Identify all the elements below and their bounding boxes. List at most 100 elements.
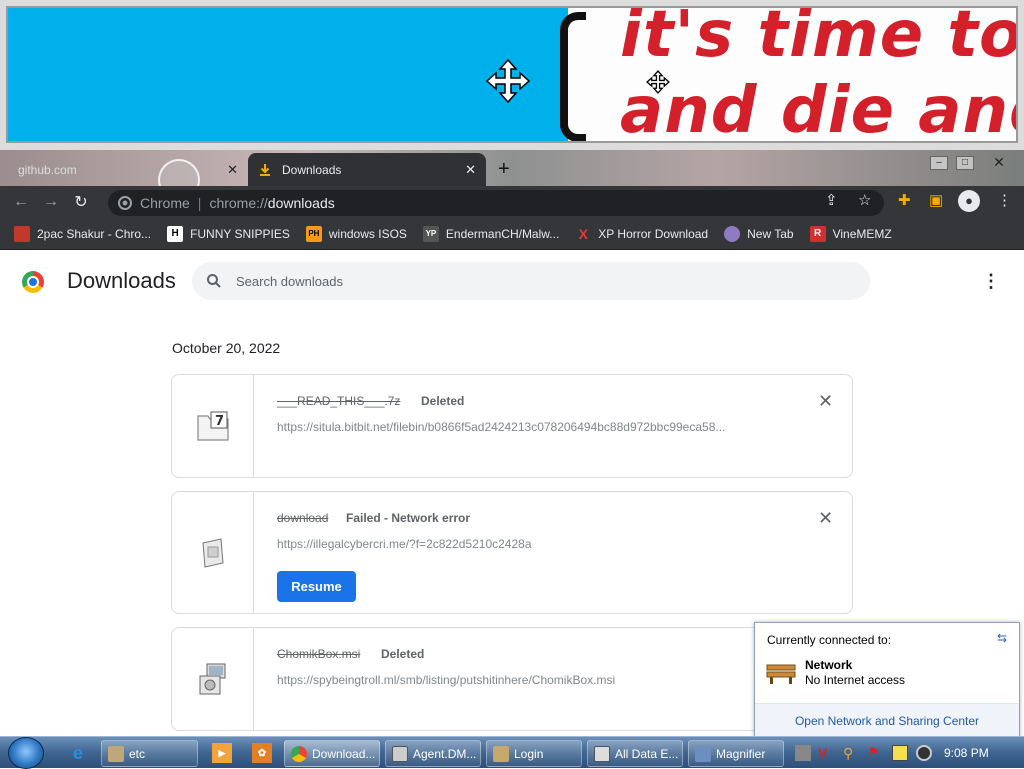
taskbar-item-all-data[interactable]: All Data E... [587,740,683,767]
bookmark-item[interactable]: PH windows ISOS [305,225,407,242]
bookmark-item[interactable]: New Tab [724,225,794,242]
taskbar-item-label: etc [129,746,146,761]
folder-icon [108,745,124,762]
bookmark-label: EndermanCH/Malw... [445,226,560,241]
chrome-logo-icon [22,271,44,293]
file-icon-column: 7 [172,375,254,477]
system-clock[interactable]: 9:08 PM [944,746,989,760]
tab-github-close-icon[interactable]: ✕ [227,162,238,178]
address-host: downloads [267,195,335,211]
move-cursor-icon [485,58,531,104]
tray-app-icon[interactable] [795,745,811,761]
download-filename[interactable]: ___READ_THIS___.7z [277,394,400,408]
bookmark-favicon-icon [14,225,30,242]
tab-github-label: github.com [18,162,77,177]
bookmark-label: XP Horror Download [598,226,709,241]
internet-explorer-icon[interactable]: e [68,743,88,763]
bookmark-label: windows ISOS [328,226,407,241]
tab-github[interactable]: github.com ✕ [8,153,248,186]
bookmark-label: New Tab [747,226,794,241]
magnifier-view: it's time to eat and die and ch [6,6,1018,143]
share-icon[interactable]: ⇪ [825,191,838,209]
bookmark-star-icon[interactable]: ☆ [858,191,871,209]
close-window-button[interactable]: ✕ [990,155,1008,170]
download-url[interactable]: https://illegalcybercri.me/?f=2c822d5210… [277,537,777,551]
taskbar-item-label: Magnifier [716,746,766,761]
bookmark-favicon-icon: YP [422,225,439,242]
start-button[interactable] [8,737,44,769]
tray-volume-icon[interactable] [916,745,932,761]
reload-icon[interactable]: ↻ [66,192,96,212]
download-item: 7 ___READ_THIS___.7z Deleted https://sit… [171,374,853,478]
chrome-menu-icon[interactable]: ⋮ [997,191,1012,209]
chrome-icon [291,745,307,762]
address-separator: | [197,195,202,211]
bookmark-item[interactable]: R VineMEMZ [809,225,892,242]
remove-download-close-icon[interactable]: ✕ [818,391,833,412]
download-url[interactable]: https://situla.bitbit.net/filebin/b0866f… [277,420,777,434]
tab-downloads-close-icon[interactable]: ✕ [465,162,476,178]
refresh-network-icon[interactable]: ⇆ [997,631,1007,645]
network-name: Network [805,658,853,672]
download-filename[interactable]: ChomikBox.msi [277,647,360,661]
magnifier-window: it's time to eat and die and ch [0,0,1024,150]
taskbar-item-login[interactable]: Login [486,740,582,767]
tab-downloads[interactable]: Downloads ✕ [248,153,486,186]
taskbar-item-label: Login [514,746,544,761]
svg-text:7: 7 [215,414,224,429]
bookmark-item[interactable]: H FUNNY SNIPPIES [167,225,290,242]
network-flyout-header: Currently connected to: [767,633,892,647]
installer-file-icon [199,663,225,695]
resume-button[interactable]: Resume [277,571,356,602]
address-chip-label: Chrome [140,195,190,211]
open-network-center-link[interactable]: Open Network and Sharing Center [755,703,1019,737]
download-url[interactable]: https://spybeingtroll.ml/smb/listing/put… [277,673,777,687]
remove-download-close-icon[interactable]: ✕ [818,508,833,529]
minimize-button[interactable]: – [930,156,948,170]
magnifier-icon [695,745,711,762]
maximize-button[interactable]: □ [956,156,974,170]
file-icon-column [172,492,254,613]
taskbar-item-label: Agent.DM... [413,746,477,761]
media-player-icon[interactable]: ▶ [212,743,232,763]
app-launcher-icon[interactable]: ✿ [252,743,272,763]
more-options-icon[interactable]: ⋮ [982,271,1000,292]
taskbar-item-chrome[interactable]: Download... [284,740,380,767]
magnified-text-line1: it's time to eat [620,6,1018,72]
profile-avatar-icon[interactable]: ● [958,190,980,212]
bookmark-label: 2pac Shakur - Chro... [37,226,152,241]
download-item: download Failed - Network error https://… [171,491,853,614]
tray-network-icon[interactable] [892,745,908,761]
bookmark-label: VineMEMZ [832,226,892,241]
file-icon-column [172,628,254,730]
download-icon [260,163,270,176]
taskbar-item-etc[interactable]: etc [101,740,198,767]
side-panel-icon[interactable]: ▣ [929,191,943,209]
tray-antivirus-icon[interactable]: V [818,745,834,761]
search-input[interactable]: Search downloads [192,262,870,300]
back-arrow-icon[interactable]: ← [6,193,36,211]
bookmark-item[interactable]: X XP Horror Download [575,226,709,242]
taskbar-item-magnifier[interactable]: Magnifier [688,740,784,767]
bookmark-item[interactable]: 2pac Shakur - Chro... [14,225,152,242]
chrome-chip-icon [118,196,132,210]
tray-search-icon[interactable]: ⚲ [843,745,859,761]
taskbar-item-agent[interactable]: Agent.DM... [385,740,481,767]
taskbar: e etc ▶ ✿ Download... Agent.DM... Login … [0,736,1024,769]
generic-file-icon [201,537,224,568]
bookmark-item[interactable]: YP EndermanCH/Malw... [422,225,560,242]
archive-file-icon: 7 [196,411,229,441]
extensions-icon[interactable]: ✚ [898,191,911,209]
tray-flag-icon[interactable]: ⚑ [868,745,884,761]
new-tab-button[interactable]: + [498,158,510,181]
bookmark-favicon-icon [724,225,741,242]
login-icon [493,745,509,762]
address-bar[interactable]: Chrome | chrome://downloads [108,190,884,216]
date-header: October 20, 2022 [172,340,281,356]
magnified-text-line2: and die and ch [620,74,1016,143]
taskbar-item-label: All Data E... [615,746,679,761]
bookmark-favicon-icon: PH [305,225,322,242]
search-placeholder: Search downloads [236,273,343,289]
forward-arrow-icon[interactable]: → [36,193,66,211]
download-filename[interactable]: download [277,511,328,525]
